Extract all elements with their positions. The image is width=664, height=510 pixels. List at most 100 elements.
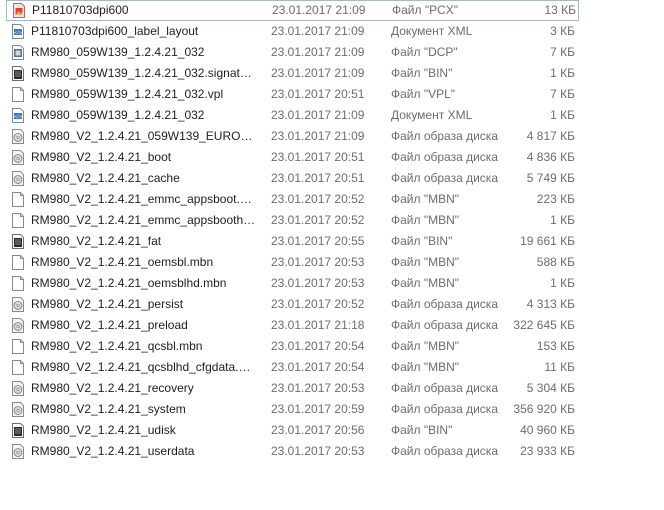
file-size: 4 313 КБ (526, 297, 575, 311)
file-row[interactable]: RM980_V2_1.2.4.21_cache 23.01.2017 20:51 Ф… (0, 168, 664, 189)
file-size: 23 933 КБ (520, 444, 575, 458)
file-date-modified: 23.01.2017 21:09 (271, 129, 365, 143)
disc-image-icon (12, 444, 24, 459)
file-row[interactable]: RM980_V2_1.2.4.21_recovery 23.01.2017 20:… (0, 378, 664, 399)
file-type: Файл "BIN" (391, 423, 453, 437)
file-row[interactable]: RM980_V2_1.2.4.21_emmc_appsboothd.... 23.… (0, 210, 664, 231)
file-type: Файл образа диска (391, 297, 498, 311)
file-size: 5 749 КБ (526, 171, 575, 185)
generic-file-icon (12, 276, 24, 291)
file-name: RM980_059W139_1.2.4.21_032 (31, 108, 205, 122)
file-date-modified: 23.01.2017 21:09 (271, 24, 365, 38)
file-name: RM980_V2_1.2.4.21_preload (31, 318, 188, 332)
file-date-modified: 23.01.2017 20:56 (271, 423, 365, 437)
file-size: 153 КБ (536, 339, 575, 353)
file-type: Файл "VPL" (391, 87, 456, 101)
file-list: P11810703dpi600 23.01.2017 21:09 Файл "PCX… (0, 0, 664, 462)
file-type: Файл "MBN" (391, 192, 460, 206)
file-date-modified: 23.01.2017 20:53 (271, 444, 365, 458)
file-type: Файл образа диска (391, 381, 498, 395)
file-type: Файл образа диска (391, 402, 498, 416)
svg-text:</>: </> (13, 114, 22, 120)
file-size: 1 КБ (550, 108, 575, 122)
file-name: RM980_V2_1.2.4.21_emmc_appsboot.mbn (31, 192, 256, 206)
file-row[interactable]: RM980_V2_1.2.4.21_preload 23.01.2017 21:1… (0, 315, 664, 336)
bin-file-icon (12, 423, 24, 438)
file-name: RM980_V2_1.2.4.21_emmc_appsboothd.... (31, 213, 256, 227)
dcp-file-icon (12, 45, 24, 60)
file-name: RM980_V2_1.2.4.21_userdata (31, 444, 195, 458)
file-row[interactable]: RM980_V2_1.2.4.21_qcsbl.mbn 23.01.2017 20… (0, 336, 664, 357)
file-row[interactable]: </> P11810703dpi600_label_layout 23.01.201… (0, 21, 664, 42)
disc-image-icon (12, 318, 24, 333)
file-date-modified: 23.01.2017 20:54 (271, 339, 365, 353)
file-row[interactable]: RM980_V2_1.2.4.21_059W139_EURO_UA_... 23.… (0, 126, 664, 147)
file-name: RM980_V2_1.2.4.21_udisk (31, 423, 176, 437)
file-size: 40 960 КБ (520, 423, 575, 437)
file-row[interactable]: RM980_V2_1.2.4.21_oemsblhd.mbn 23.01.2017… (0, 273, 664, 294)
file-row[interactable]: RM980_V2_1.2.4.21_udisk 23.01.2017 20:56 Ф… (0, 420, 664, 441)
file-type: Файл "BIN" (391, 234, 453, 248)
file-date-modified: 23.01.2017 21:18 (271, 318, 365, 332)
file-size: 11 КБ (544, 360, 575, 374)
file-row[interactable]: RM980_059W139_1.2.4.21_032 23.01.2017 21:… (0, 42, 664, 63)
file-name: RM980_V2_1.2.4.21_persist (31, 297, 184, 311)
file-row[interactable]: P11810703dpi600 23.01.2017 21:09 Файл "PCX… (6, 0, 579, 21)
file-row[interactable]: RM980_V2_1.2.4.21_qcsblhd_cfgdata.mbn 23.… (0, 357, 664, 378)
file-date-modified: 23.01.2017 20:51 (271, 171, 365, 185)
generic-file-icon (12, 360, 24, 375)
svg-text:</>: </> (13, 30, 22, 36)
file-size: 1 КБ (550, 276, 575, 290)
file-row[interactable]: RM980_V2_1.2.4.21_fat 23.01.2017 20:55 Фай… (0, 231, 664, 252)
file-type: Файл образа диска (391, 444, 498, 458)
file-size: 5 304 КБ (526, 381, 575, 395)
file-name: RM980_059W139_1.2.4.21_032.signature (31, 66, 256, 80)
disc-image-icon (12, 402, 24, 417)
file-name: RM980_059W139_1.2.4.21_032.vpl (31, 87, 224, 101)
file-type: Файл образа диска (391, 150, 498, 164)
file-row[interactable]: RM980_V2_1.2.4.21_persist 23.01.2017 20:5… (0, 294, 664, 315)
file-size: 588 КБ (536, 255, 575, 269)
file-name: P11810703dpi600 (32, 3, 129, 17)
file-type: Файл "DCP" (391, 45, 458, 59)
file-row[interactable]: </> RM980_059W139_1.2.4.21_032 23.01.2017 … (0, 105, 664, 126)
disc-image-icon (12, 381, 24, 396)
file-date-modified: 23.01.2017 21:09 (271, 66, 365, 80)
file-size: 3 КБ (550, 24, 575, 38)
xml-document-icon: </> (12, 24, 24, 39)
disc-image-icon (12, 150, 24, 165)
file-row[interactable]: RM980_V2_1.2.4.21_emmc_appsboot.mbn 23.01… (0, 189, 664, 210)
file-date-modified: 23.01.2017 20:52 (271, 297, 365, 311)
file-date-modified: 23.01.2017 21:09 (271, 45, 365, 59)
generic-file-icon (12, 87, 24, 102)
file-date-modified: 23.01.2017 20:54 (271, 360, 365, 374)
file-type: Файл "BIN" (391, 66, 453, 80)
file-row[interactable]: RM980_V2_1.2.4.21_oemsbl.mbn 23.01.2017 2… (0, 252, 664, 273)
file-name: RM980_059W139_1.2.4.21_032 (31, 45, 205, 59)
file-row[interactable]: RM980_V2_1.2.4.21_system 23.01.2017 20:59… (0, 399, 664, 420)
file-name: RM980_V2_1.2.4.21_oemsblhd.mbn (31, 276, 227, 290)
file-size: 1 КБ (550, 66, 575, 80)
file-type: Документ XML (391, 108, 473, 122)
file-row[interactable]: RM980_059W139_1.2.4.21_032.signature 23.0… (0, 63, 664, 84)
file-row[interactable]: RM980_059W139_1.2.4.21_032.vpl 23.01.2017… (0, 84, 664, 105)
file-name: RM980_V2_1.2.4.21_oemsbl.mbn (31, 255, 214, 269)
file-row[interactable]: RM980_V2_1.2.4.21_userdata 23.01.2017 20:… (0, 441, 664, 462)
generic-file-icon (12, 339, 24, 354)
file-type: Файл "PCX" (392, 3, 459, 17)
file-name: RM980_V2_1.2.4.21_fat (31, 234, 162, 248)
file-type: Файл "MBN" (391, 255, 460, 269)
file-name: RM980_V2_1.2.4.21_059W139_EURO_UA_... (31, 129, 256, 143)
file-date-modified: 23.01.2017 20:53 (271, 381, 365, 395)
file-size: 223 КБ (536, 192, 575, 206)
file-size: 356 920 КБ (513, 402, 575, 416)
file-size: 322 645 КБ (513, 318, 575, 332)
file-type: Файл образа диска (391, 129, 498, 143)
xml-document-icon: </> (12, 108, 24, 123)
file-type: Документ XML (391, 24, 473, 38)
file-row[interactable]: RM980_V2_1.2.4.21_boot 23.01.2017 20:51 Фа… (0, 147, 664, 168)
file-size: 19 661 КБ (520, 234, 575, 248)
file-name: RM980_V2_1.2.4.21_cache (31, 171, 180, 185)
generic-file-icon (12, 192, 24, 207)
file-date-modified: 23.01.2017 21:09 (272, 3, 366, 17)
